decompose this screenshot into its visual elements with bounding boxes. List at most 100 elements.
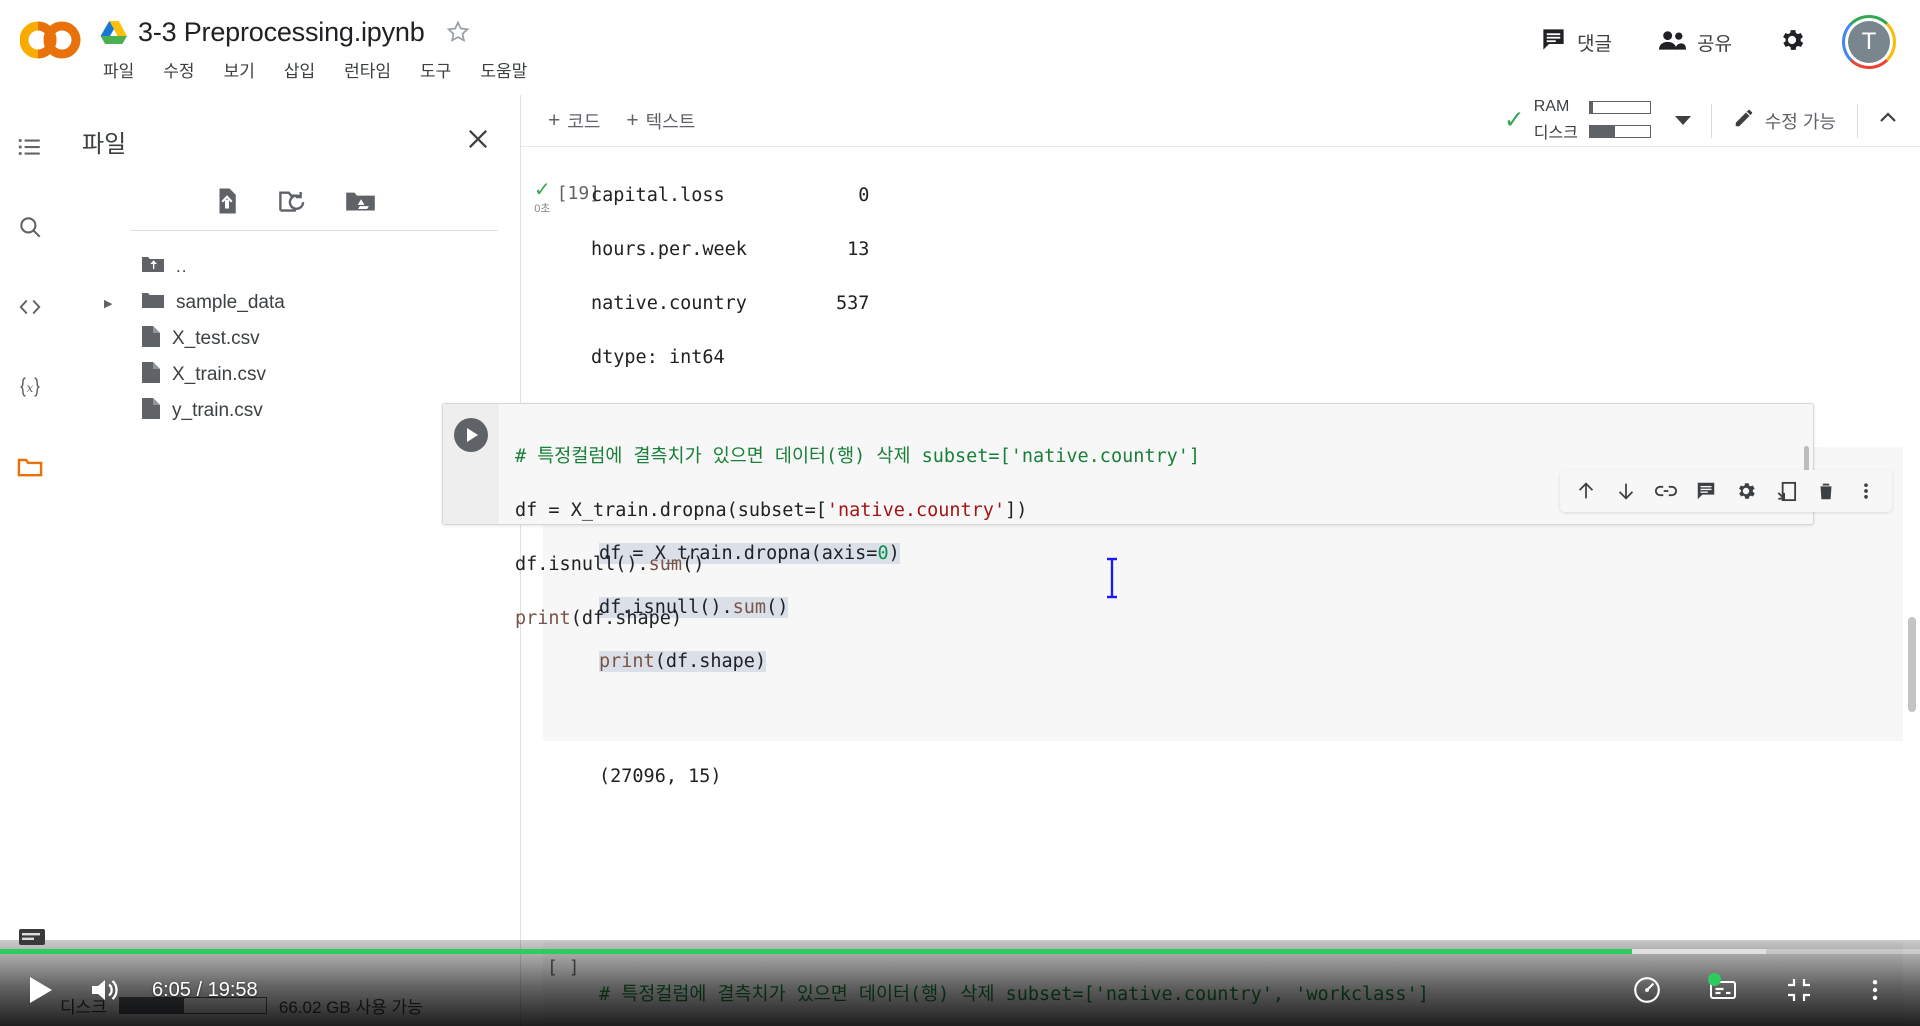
list-item[interactable]: ▶ X_test.csv (60, 321, 520, 357)
more-player-options-icon[interactable] (1852, 967, 1898, 1013)
notebook-scrollbar[interactable] (1908, 617, 1916, 712)
move-cell-up-icon[interactable] (1566, 473, 1606, 509)
gear-icon (1778, 26, 1806, 59)
delete-cell-icon[interactable] (1806, 473, 1846, 509)
disk-available-label: 66.02 GB 사용 가능 (278, 998, 423, 1017)
variables-icon[interactable]: x (8, 365, 52, 409)
link-to-cell-icon[interactable] (1646, 473, 1686, 509)
connected-check-icon: ✓ (1503, 106, 1525, 134)
more-cell-actions-icon[interactable] (1846, 473, 1886, 509)
list-item-label: X_train.csv (172, 364, 266, 385)
mount-drive-icon[interactable] (345, 186, 376, 216)
list-item[interactable]: ▶ sample_data (60, 285, 520, 321)
upload-file-icon[interactable] (212, 186, 242, 216)
header-actions: 댓글 공유 T (1530, 12, 1896, 72)
files-panel-header: 파일 (60, 95, 520, 164)
chevron-up-icon[interactable] (1870, 100, 1906, 141)
list-item[interactable]: ▶ .. (60, 249, 520, 285)
run-cell-button[interactable] (454, 418, 488, 452)
menu-edit[interactable]: 수정 (162, 55, 195, 84)
editable-status-label: 수정 가능 (1764, 111, 1836, 132)
file-icon (142, 398, 160, 424)
plus-icon: + (626, 109, 639, 132)
run-success-check-icon: ✓ (533, 179, 551, 201)
add-text-cell-button[interactable]: + 텍스트 (617, 103, 704, 139)
code-text: (df.shape) (570, 608, 683, 629)
exit-fullscreen-icon[interactable] (1776, 967, 1822, 1013)
menu-runtime[interactable]: 런타임 (343, 55, 392, 84)
play-icon (467, 428, 478, 442)
menu-bar: 파일 수정 보기 삽입 런타임 도구 도움말 (100, 55, 528, 84)
share-label: 공유 (1697, 33, 1732, 55)
app-header: 3-3 Preprocessing.ipynb 파일 수정 보기 삽입 런타임 … (0, 0, 1920, 95)
refresh-folder-icon[interactable] (278, 186, 309, 216)
menu-tools[interactable]: 도구 (419, 55, 452, 84)
video-progress-fill (0, 949, 1632, 954)
captions-icon[interactable] (1700, 967, 1746, 1013)
resource-usage-indicator[interactable]: ✓ RAM 디스크 (1496, 94, 1659, 147)
menu-help[interactable]: 도움말 (479, 55, 528, 84)
caret-down-icon[interactable] (1674, 116, 1691, 125)
notebook-toolbar: + 코드 + 텍스트 ✓ RAM 디스크 수정 가능 (521, 95, 1920, 147)
share-button[interactable]: 공유 (1648, 22, 1742, 63)
search-icon[interactable] (8, 205, 52, 249)
files-folder-icon[interactable] (8, 445, 52, 489)
output-line: native.country 537 (591, 293, 870, 314)
cell-settings-icon[interactable] (1726, 473, 1766, 509)
disk-bar (1588, 124, 1651, 138)
colab-logo[interactable] (19, 20, 82, 60)
toc-icon[interactable] (8, 125, 52, 169)
files-panel-actions (130, 164, 498, 231)
comments-button[interactable]: 댓글 (1530, 19, 1622, 65)
code-text: () (682, 554, 705, 575)
active-cell-source[interactable]: # 특정컬럼에 결측치가 있으면 데이터(행) 삭제 subset=['nati… (515, 416, 1200, 686)
video-time-display: 6:05 / 19:58 (152, 978, 258, 1001)
cell-19[interactable]: ✓ 0초 [19] capital.loss 0 hours.per.week … (521, 147, 1920, 425)
playback-speed-icon[interactable] (1624, 967, 1670, 1013)
output-line: dtype: int64 (591, 347, 725, 368)
add-code-label: 코드 (567, 111, 601, 132)
list-item-label: .. (176, 257, 188, 276)
add-code-cell-button[interactable]: + 코드 (539, 103, 609, 139)
code-snippets-icon[interactable] (8, 285, 52, 329)
captions-active-dot (1708, 973, 1721, 986)
run-status: ✓ 0초 (533, 179, 551, 216)
volume-button[interactable] (82, 967, 128, 1013)
cell-19-output: capital.loss 0 hours.per.week 13 native.… (591, 153, 869, 425)
video-progress-track[interactable] (0, 949, 1920, 954)
menu-insert[interactable]: 삽입 (283, 55, 316, 84)
toolbar-divider (1710, 103, 1712, 138)
people-icon (1658, 29, 1687, 56)
output-line: capital.loss 0 (591, 185, 870, 206)
expand-arrow-icon[interactable]: ▶ (104, 297, 120, 310)
file-icon (142, 362, 160, 388)
run-duration: 0초 (534, 203, 551, 215)
disk-label: 디스크 (1533, 125, 1578, 142)
menu-file[interactable]: 파일 (102, 55, 135, 84)
code-comment: # 특정컬럼에 결측치가 있으면 데이터(행) 삭제 subset=['nati… (599, 984, 1429, 1005)
file-icon (142, 326, 160, 352)
mirror-cell-icon[interactable] (1766, 473, 1806, 509)
play-pause-button[interactable] (18, 967, 64, 1013)
move-cell-down-icon[interactable] (1606, 473, 1646, 509)
output-line: hours.per.week 13 (591, 239, 870, 260)
code-func: sum (648, 554, 683, 575)
editable-status-button[interactable]: 수정 가능 (1724, 101, 1845, 140)
code-func: print (515, 608, 571, 629)
list-item[interactable]: ▶ X_train.csv (60, 357, 520, 393)
close-icon[interactable] (458, 119, 498, 164)
menu-view[interactable]: 보기 (223, 55, 256, 84)
add-comment-icon[interactable] (1686, 473, 1726, 509)
star-outline-icon[interactable] (445, 19, 471, 45)
list-item-label: sample_data (176, 292, 285, 313)
parent-folder-icon (142, 255, 164, 279)
cell-actions-toolbar (1560, 470, 1892, 512)
execution-count: [ ] (547, 957, 580, 978)
page-title[interactable]: 3-3 Preprocessing.ipynb (138, 17, 425, 48)
plus-icon: + (548, 109, 561, 132)
comments-label: 댓글 (1577, 33, 1613, 55)
settings-button[interactable] (1768, 19, 1816, 66)
avatar[interactable]: T (1842, 15, 1896, 69)
files-panel-title: 파일 (82, 131, 127, 158)
code-text: df = X_train.dropna(subset=[ (515, 500, 827, 521)
